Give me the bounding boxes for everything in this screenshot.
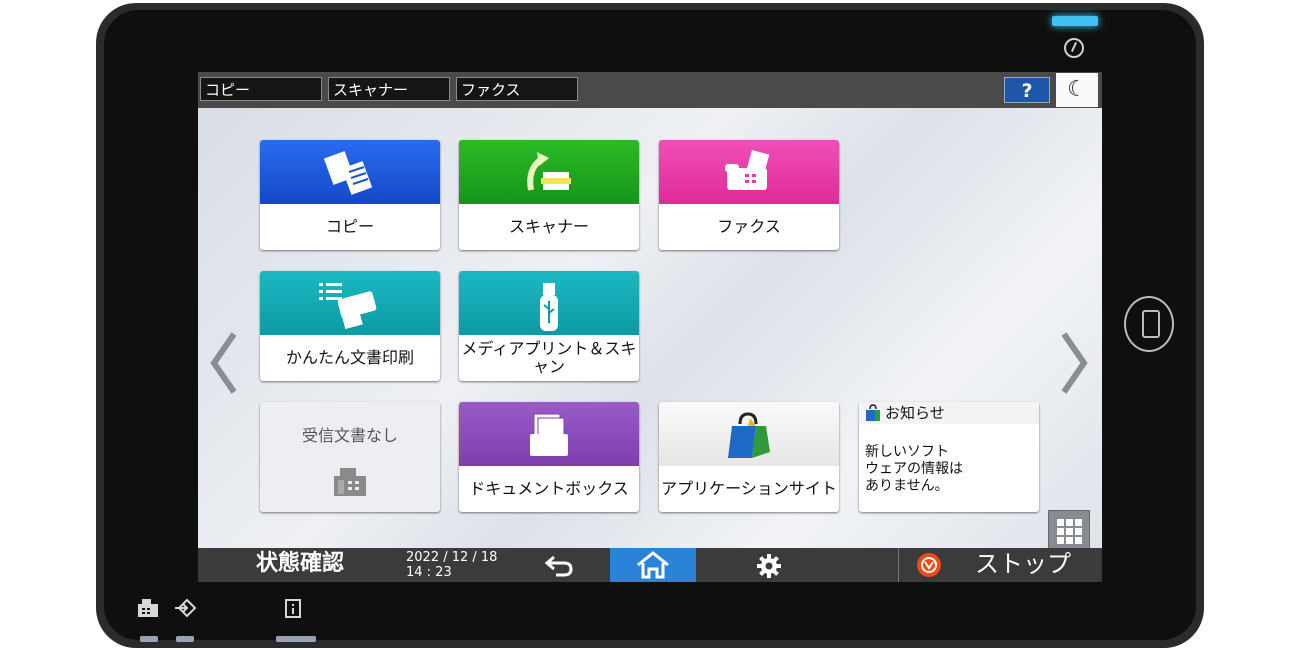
stop-label: ストップ bbox=[975, 550, 1071, 578]
app-list-grid-button[interactable] bbox=[1048, 510, 1090, 552]
app-tile-media-print-scan[interactable]: メディアプリント＆スキャン bbox=[459, 271, 639, 381]
status-check-button[interactable]: 状態確認 bbox=[198, 548, 402, 582]
previous-page-arrow-icon[interactable] bbox=[208, 330, 238, 396]
usb-icon bbox=[540, 283, 558, 331]
power-icon[interactable] bbox=[1064, 38, 1084, 58]
system-bar: 状態確認 2022 / 12 / 18 14 : 23 ストップ bbox=[198, 548, 1102, 582]
scanner-icon bbox=[527, 152, 571, 191]
settings-button[interactable] bbox=[734, 548, 804, 582]
indicator-strip bbox=[140, 636, 158, 642]
next-page-arrow-icon[interactable] bbox=[1060, 330, 1090, 396]
tile-label: メディアプリント＆スキャン bbox=[461, 339, 637, 376]
date-text: 2022 / 12 / 18 bbox=[406, 550, 498, 565]
grid-icon bbox=[1057, 519, 1082, 544]
back-arrow-icon bbox=[544, 555, 573, 577]
app-tile-scanner[interactable]: スキャナー bbox=[459, 140, 639, 250]
app-tile-application-site[interactable]: アプリケーションサイト bbox=[659, 402, 839, 512]
tab-scanner[interactable]: スキャナー bbox=[328, 77, 450, 101]
indicator-strip bbox=[276, 636, 316, 642]
tab-fax[interactable]: ファクス bbox=[456, 77, 578, 101]
received-documents-tile[interactable]: 受信文書なし bbox=[260, 402, 440, 512]
app-tile-document-box[interactable]: ドキュメントボックス bbox=[459, 402, 639, 512]
help-button[interactable]: ? bbox=[1004, 77, 1050, 103]
stop-icon bbox=[917, 553, 941, 577]
energy-saver-moon-icon[interactable]: ☾ bbox=[1056, 73, 1098, 107]
document-box-icon bbox=[530, 413, 568, 456]
data-in-icon bbox=[174, 598, 198, 623]
tile-label: ドキュメントボックス bbox=[469, 479, 629, 498]
home-icon bbox=[637, 551, 669, 579]
status-led bbox=[1052, 16, 1098, 26]
indicator-strip bbox=[176, 636, 194, 642]
tile-label: スキャナー bbox=[508, 217, 589, 236]
news-title: お知らせ bbox=[885, 404, 945, 422]
shopping-bag-icon bbox=[728, 412, 770, 458]
fax-machine-icon bbox=[334, 468, 366, 496]
received-documents-label: 受信文書なし bbox=[301, 426, 398, 445]
copy-icon bbox=[323, 151, 373, 195]
nfc-reader-icon bbox=[1124, 296, 1174, 352]
time-text: 14 : 23 bbox=[406, 565, 452, 580]
tab-copy[interactable]: コピー bbox=[200, 77, 322, 101]
back-button[interactable] bbox=[508, 548, 608, 582]
tile-label: かんたん文書印刷 bbox=[285, 348, 414, 367]
top-bar: コピー スキャナー ファクス ? ☾ bbox=[198, 72, 1102, 108]
date-time: 2022 / 12 / 18 14 : 23 bbox=[406, 550, 497, 580]
news-bag-icon bbox=[866, 404, 880, 421]
gear-icon bbox=[757, 554, 781, 578]
info-icon bbox=[282, 598, 304, 623]
easy-print-icon bbox=[319, 283, 377, 330]
app-tile-copy[interactable]: コピー bbox=[260, 140, 440, 250]
fax-indicator-icon bbox=[136, 598, 160, 623]
stop-button[interactable]: ストップ bbox=[898, 548, 1102, 582]
tile-label: ファクス bbox=[717, 217, 781, 236]
home-button[interactable] bbox=[610, 548, 696, 582]
tile-label: コピー bbox=[325, 217, 374, 236]
touch-screen: コピー スキャナー ファクス ? ☾ コピー スキャナー ファクス かんたん文書… bbox=[198, 72, 1102, 582]
home-workarea: コピー スキャナー ファクス かんたん文書印刷 メディアプリント＆スキャン 受信… bbox=[198, 108, 1102, 573]
news-body: 新しいソフト ウェアの情報は ありません。 bbox=[865, 444, 963, 494]
fax-icon bbox=[725, 150, 770, 190]
app-tile-fax[interactable]: ファクス bbox=[659, 140, 839, 250]
tile-label: アプリケーションサイト bbox=[661, 479, 837, 498]
news-widget[interactable]: お知らせ 新しいソフト ウェアの情報は ありません。 bbox=[859, 402, 1039, 512]
app-tile-easy-print[interactable]: かんたん文書印刷 bbox=[260, 271, 440, 381]
